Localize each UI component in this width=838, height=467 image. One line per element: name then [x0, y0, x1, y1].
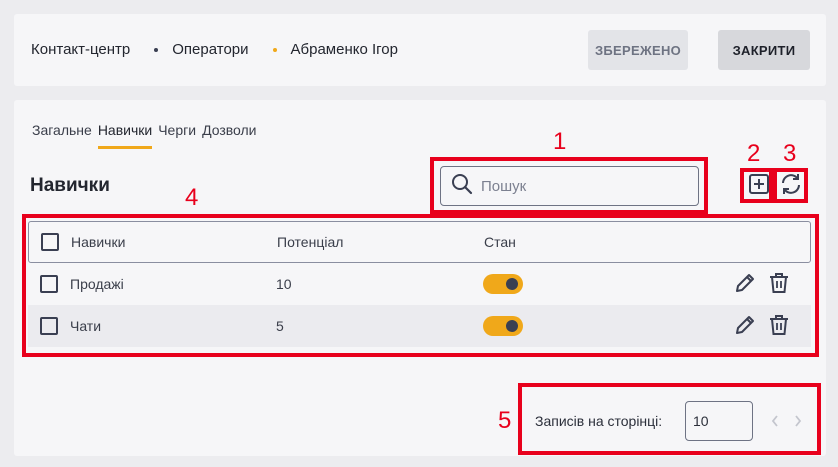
saved-button[interactable]: ЗБЕРЕЖЕНО: [588, 30, 688, 70]
breadcrumb-operators[interactable]: Оператори: [172, 41, 248, 58]
tab-bar: Загальне Навички Черги Дозволи: [32, 122, 263, 149]
tab-skills[interactable]: Навички: [97, 122, 153, 149]
tab-queues[interactable]: Черги: [158, 122, 196, 149]
tab-general[interactable]: Загальне: [32, 122, 92, 149]
breadcrumb: Контакт-центр Оператори Абраменко Ігор: [31, 41, 398, 58]
annotation-box-add: [740, 168, 773, 203]
breadcrumb-separator: [272, 47, 277, 52]
annotation-number: 3: [783, 140, 797, 167]
page-title: Навички: [30, 175, 110, 196]
annotation-box-table: [22, 214, 819, 357]
annotation-number: 1: [553, 128, 567, 155]
annotation-box-refresh: [773, 168, 808, 203]
breadcrumb-current: Абраменко Ігор: [290, 41, 398, 58]
breadcrumb-separator: [154, 47, 159, 52]
top-bar: Контакт-центр Оператори Абраменко Ігор З…: [14, 14, 826, 86]
tab-permissions[interactable]: Дозволи: [202, 122, 256, 149]
annotation-number: 4: [185, 184, 199, 211]
annotation-number: 2: [747, 140, 761, 167]
annotation-box-pagination: [518, 383, 821, 455]
annotation-box-search: [430, 157, 708, 214]
breadcrumb-contact-center[interactable]: Контакт-центр: [31, 41, 130, 58]
close-button[interactable]: ЗАКРИТИ: [718, 30, 810, 70]
annotation-number: 5: [498, 407, 512, 434]
